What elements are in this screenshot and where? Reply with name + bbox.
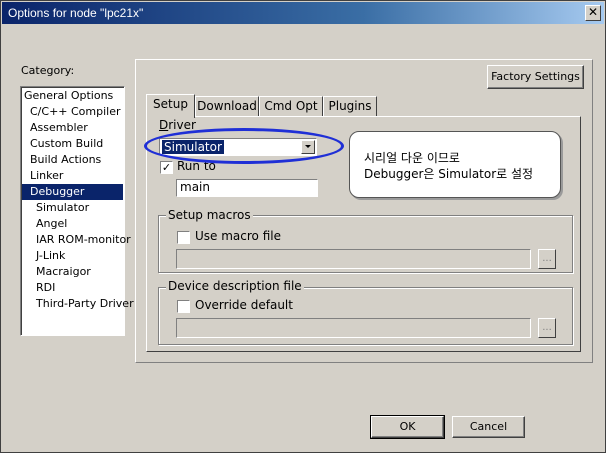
annotation-ellipse xyxy=(144,128,344,164)
use-macro-file-label: Use macro file xyxy=(195,229,281,243)
category-item[interactable]: Angel xyxy=(22,216,123,232)
category-item[interactable]: C/C++ Compiler xyxy=(22,104,123,120)
tab-plugins[interactable]: Plugins xyxy=(323,96,377,117)
title-bar[interactable]: Options for node "lpc21x" ✕ xyxy=(2,2,604,24)
category-item[interactable]: Linker xyxy=(22,168,123,184)
annotation-line-2: Debugger은 Simulator로 설정 xyxy=(364,167,534,181)
ok-button[interactable]: OK xyxy=(370,415,445,439)
tab-download[interactable]: Download xyxy=(195,96,259,117)
category-item[interactable]: General Options xyxy=(22,88,123,104)
setup-macros-title: Setup macros xyxy=(166,208,253,222)
category-label: Category: xyxy=(21,64,75,77)
device-description-title: Device description file xyxy=(166,279,304,293)
cancel-button[interactable]: Cancel xyxy=(452,416,525,438)
category-item[interactable]: Third-Party Driver xyxy=(22,296,134,312)
window-title: Options for node "lpc21x" xyxy=(8,6,144,20)
override-default-checkbox[interactable] xyxy=(177,300,190,313)
device-browse-button[interactable]: ... xyxy=(538,318,556,338)
macro-browse-button[interactable]: ... xyxy=(538,249,556,269)
category-item[interactable]: RDI xyxy=(22,280,123,296)
macro-file-input[interactable] xyxy=(176,249,531,269)
tab-setup[interactable]: Setup xyxy=(146,94,195,118)
factory-settings-button[interactable]: Factory Settings xyxy=(487,65,584,89)
tab-cmd-opt[interactable]: Cmd Opt xyxy=(259,96,323,117)
category-item[interactable]: Build Actions xyxy=(22,152,123,168)
category-item[interactable]: Macraigor xyxy=(22,264,123,280)
category-item[interactable]: Debugger xyxy=(22,184,123,200)
category-item[interactable]: J-Link xyxy=(22,248,123,264)
annotation-callout: 시리얼 다운 이므로 Debugger은 Simulator로 설정 xyxy=(349,131,561,198)
annotation-line-1: 시리얼 다운 이므로 xyxy=(364,151,460,165)
category-item[interactable]: Simulator xyxy=(22,200,123,216)
run-to-checkbox[interactable]: ✓ xyxy=(160,161,173,174)
options-dialog: Options for node "lpc21x" ✕ Category: Ge… xyxy=(0,0,606,453)
category-item[interactable]: Custom Build xyxy=(22,136,123,152)
use-macro-file-checkbox[interactable] xyxy=(177,231,190,244)
category-item[interactable]: IAR ROM-monitor xyxy=(22,232,131,248)
category-item[interactable]: Assembler xyxy=(22,120,123,136)
category-list[interactable]: General Options C/C++ Compiler Assembler Cu… xyxy=(20,86,134,336)
override-default-label: Override default xyxy=(195,298,293,312)
device-file-input[interactable] xyxy=(176,318,531,338)
close-icon[interactable]: ✕ xyxy=(585,5,601,21)
run-to-input[interactable]: main xyxy=(176,179,318,197)
